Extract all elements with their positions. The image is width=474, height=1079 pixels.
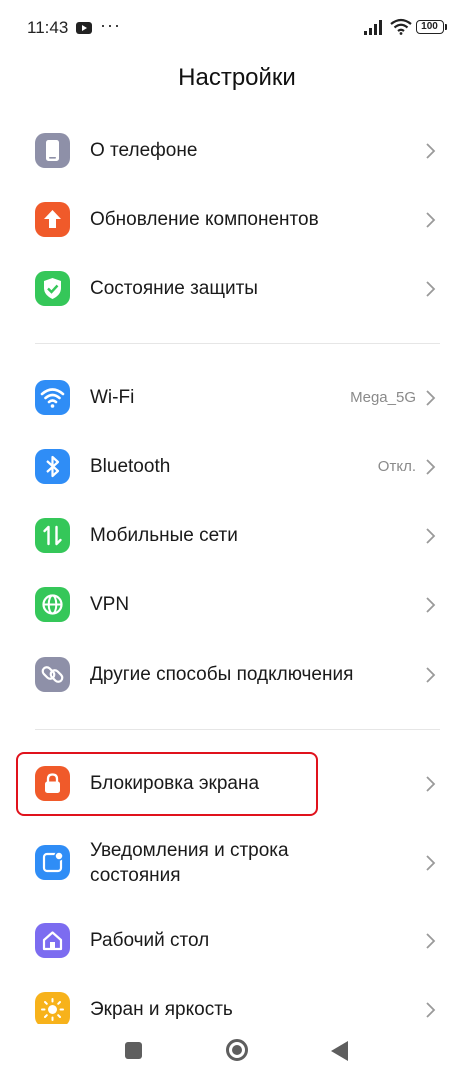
shield-check-icon	[35, 271, 70, 306]
chevron-right-icon	[426, 597, 436, 613]
settings-item-notifications[interactable]: Уведомления и строка состояния	[0, 830, 474, 896]
signal-icon	[364, 20, 382, 35]
section-divider	[35, 343, 440, 344]
chevron-right-icon	[426, 1002, 436, 1018]
wifi-network-name: Mega_5G	[350, 389, 416, 406]
navigation-bar	[0, 1024, 474, 1079]
status-time: 11:43	[27, 18, 69, 37]
settings-item-bluetooth[interactable]: Bluetooth Откл.	[0, 434, 474, 500]
settings-item-wifi[interactable]: Wi-Fi Mega_5G	[0, 365, 474, 431]
arrow-up-icon	[35, 202, 70, 237]
settings-item-label: Мобильные сети	[90, 525, 238, 546]
settings-item-label: Bluetooth	[90, 456, 171, 477]
settings-item-label: VPN	[90, 594, 130, 615]
chevron-right-icon	[426, 667, 436, 683]
phone-icon	[35, 133, 70, 168]
home-button[interactable]	[226, 1039, 248, 1061]
settings-item-vpn[interactable]: VPN	[0, 572, 474, 638]
settings-item-label: Wi-Fi	[90, 387, 135, 408]
battery-level: 100	[421, 21, 438, 32]
chevron-right-icon	[426, 459, 436, 475]
chevron-right-icon	[426, 390, 436, 406]
settings-item-home-screen[interactable]: Рабочий стол	[0, 908, 474, 974]
back-button[interactable]	[331, 1041, 348, 1061]
settings-item-other-connections[interactable]: Другие способы подключения	[0, 642, 474, 708]
chevron-right-icon	[426, 212, 436, 228]
link-icon	[35, 657, 70, 692]
bluetooth-status: Откл.	[377, 458, 416, 475]
battery-icon: 100	[416, 20, 444, 34]
chevron-right-icon	[426, 776, 436, 792]
wifi-icon	[35, 380, 70, 415]
settings-item-label: О телефоне	[90, 140, 198, 161]
mobile-data-icon	[35, 518, 70, 553]
settings-item-updates[interactable]: Обновление компонентов	[0, 187, 474, 253]
home-icon	[35, 923, 70, 958]
settings-item-mobile-networks[interactable]: Мобильные сети	[0, 503, 474, 569]
battery-tip	[445, 24, 447, 30]
settings-item-label: Состояние защиты	[90, 278, 258, 299]
more-notifications-icon: ···	[100, 15, 121, 35]
settings-item-label: Обновление компонентов	[90, 209, 319, 230]
chevron-right-icon	[426, 933, 436, 949]
recent-apps-button[interactable]	[125, 1042, 142, 1059]
chevron-right-icon	[426, 855, 436, 871]
chevron-right-icon	[426, 528, 436, 544]
section-divider	[35, 729, 440, 730]
settings-item-label: Рабочий стол	[90, 930, 210, 951]
wifi-status-icon	[390, 18, 412, 35]
globe-icon	[35, 587, 70, 622]
bluetooth-icon	[35, 449, 70, 484]
chevron-right-icon	[426, 143, 436, 159]
selection-highlight	[16, 752, 318, 816]
sun-icon	[35, 992, 70, 1027]
page-title: Настройки	[178, 64, 296, 91]
chevron-right-icon	[426, 281, 436, 297]
status-bar: 11:43 ··· 100	[0, 0, 474, 56]
notification-icon	[35, 845, 70, 880]
settings-item-about-phone[interactable]: О телефоне	[0, 118, 474, 184]
settings-item-protection[interactable]: Состояние защиты	[0, 256, 474, 322]
settings-item-label-line2: состояния	[90, 865, 181, 886]
settings-item-label-line1: Уведомления и строка	[90, 840, 289, 861]
youtube-notification-icon	[76, 22, 92, 34]
settings-item-label: Другие способы подключения	[90, 664, 354, 685]
settings-item-label: Уведомления и строка состояния	[90, 838, 289, 888]
